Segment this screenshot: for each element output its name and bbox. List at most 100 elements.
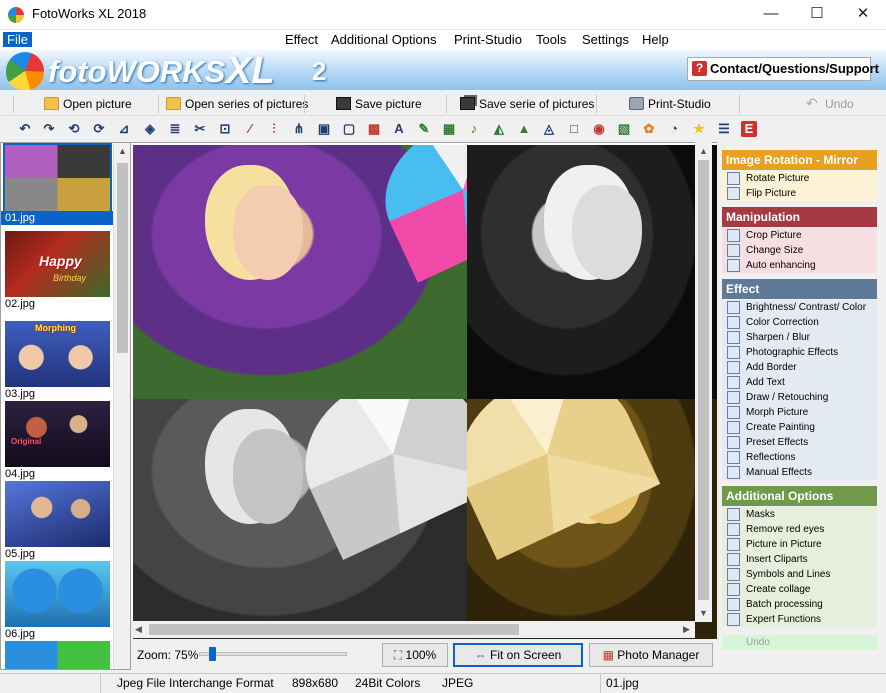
menu-file[interactable]: File [3,32,32,47]
side-item[interactable]: Batch processing [722,597,877,612]
batch-icon[interactable]: ☰ [716,121,732,137]
side-item[interactable]: Auto enhancing [722,258,877,273]
menu-additional-options[interactable]: Additional Options [331,32,437,47]
side-item[interactable]: Brightness/ Contrast/ Color [722,300,877,315]
frame-icon[interactable]: ▢ [341,121,357,137]
zoom-100-button[interactable]: ⛶ 100% [382,643,448,667]
clipart-icon[interactable]: ✿ [641,121,657,137]
side-item[interactable]: Draw / Retouching [722,390,877,405]
thumbnail-item[interactable]: Original 04.jpg [5,401,110,481]
side-item[interactable]: Change Size [722,243,877,258]
minimize-button[interactable]: — [748,0,794,30]
thumbnail-scrollbar-thumb[interactable] [117,163,128,353]
scroll-down-icon[interactable]: ▼ [699,608,708,618]
maximize-button[interactable]: ☐ [794,0,840,30]
side-item[interactable]: Picture in Picture [722,537,877,552]
contact-support-label: Contact/Questions/Support [710,61,879,76]
menu-effect[interactable]: Effect [285,32,318,47]
cube-icon[interactable]: ◈ [142,121,158,137]
zoom-slider[interactable] [199,646,347,662]
square-icon[interactable]: □ [566,121,582,137]
sharpen-icon[interactable]: ⋔ [291,121,307,137]
mountain-icon[interactable]: ▲ [516,121,532,137]
menu-print-studio[interactable]: Print-Studio [454,32,522,47]
scissors-icon[interactable]: ✂ [192,121,208,137]
thumbnail-item[interactable]: 01.jpg [1,143,114,225]
levels-icon[interactable]: ⫶ [266,121,282,137]
thumbnail-scrollbar[interactable]: ▲ [113,143,130,669]
side-item[interactable]: Symbols and Lines [722,567,877,582]
open-series-button[interactable]: Open series of pictures [166,94,308,114]
star-icon[interactable]: ★ [691,121,707,137]
morph-icon[interactable]: ◬ [541,121,557,137]
rotate-right-icon[interactable]: ↷ [41,121,57,137]
preset-icon[interactable]: ◭ [491,121,507,137]
side-item-icon [727,583,740,596]
expert-icon[interactable]: E [741,121,757,137]
side-undo-button[interactable]: Undo [722,635,877,650]
eye-icon[interactable]: ◉ [591,121,607,137]
side-item[interactable]: Rotate Picture [722,171,877,186]
image-edit-icon[interactable]: ▦ [441,121,457,137]
side-item[interactable]: Manual Effects [722,465,877,480]
side-item[interactable]: Photographic Effects [722,345,877,360]
undo-button[interactable]: ↶ Undo [806,94,854,114]
side-item[interactable]: Expert Functions [722,612,877,627]
side-item[interactable]: Flip Picture [722,186,877,201]
thumbnail-item[interactable]: Morphing 03.jpg [5,321,110,401]
wand-icon[interactable]: ⁄ [242,121,258,137]
thumbnail-image [5,641,110,669]
scroll-right-icon[interactable]: ▶ [683,624,690,635]
rotate-ccw-icon[interactable]: ⟲ [66,121,82,137]
draw-icon[interactable]: ✎ [416,121,432,137]
side-item[interactable]: Create collage [722,582,877,597]
save-picture-button[interactable]: Save picture [336,94,422,114]
camera-icon[interactable]: ▣ [316,121,332,137]
scroll-up-icon[interactable]: ▲ [699,146,708,156]
thumbnail-item[interactable]: 06.jpg [5,561,110,641]
side-item[interactable]: Add Text [722,375,877,390]
crop-icon[interactable]: ⊡ [217,121,233,137]
thumbnail-item[interactable]: 05.jpg [5,481,110,561]
thumbnail-item[interactable] [5,641,110,669]
side-item[interactable]: Morph Picture [722,405,877,420]
menu-settings[interactable]: Settings [582,32,629,47]
menu-tools[interactable]: Tools [536,32,566,47]
viewer-hscroll-thumb[interactable] [149,624,519,635]
side-item[interactable]: Reflections [722,450,877,465]
menu-help[interactable]: Help [642,32,669,47]
open-picture-button[interactable]: Open picture [44,94,132,114]
side-item[interactable]: Sharpen / Blur [722,330,877,345]
zoom-slider-knob[interactable] [209,647,216,661]
rotate-left-icon[interactable]: ↶ [17,121,33,137]
thumbnail-item[interactable]: Happy Birthday 02.jpg [5,231,110,311]
scroll-up-icon[interactable]: ▲ [118,146,127,156]
viewer-horizontal-scrollbar[interactable]: ◀ ▶ [131,621,695,638]
side-item[interactable]: Add Border [722,360,877,375]
picture-frame-icon[interactable]: ▩ [366,121,382,137]
save-serie-button[interactable]: Save serie of pictures [460,94,594,114]
photo-manager-button[interactable]: ▦ Photo Manager [589,643,713,667]
scroll-left-icon[interactable]: ◀ [135,624,142,635]
image-viewer[interactable] [131,142,717,639]
level-icon[interactable]: ⊿ [116,121,132,137]
viewer-vertical-scrollbar[interactable]: ▲ ▼ [695,142,712,622]
stack-icon[interactable]: ≣ [167,121,183,137]
print-studio-button[interactable]: Print-Studio [629,94,711,114]
side-item[interactable]: Color Correction [722,315,877,330]
text-icon[interactable]: A [391,121,407,137]
side-item[interactable]: Masks [722,507,877,522]
side-item[interactable]: Insert Cliparts [722,552,877,567]
fit-on-screen-button[interactable]: ⇔ Fit on Screen [453,643,583,667]
side-item[interactable]: Create Painting [722,420,877,435]
viewer-vscroll-thumb[interactable] [698,160,709,600]
bucket-icon[interactable]: ◔ [666,121,682,137]
side-item[interactable]: Preset Effects [722,435,877,450]
brush-icon[interactable]: ♪ [466,121,482,137]
picture-icon[interactable]: ▧ [616,121,632,137]
side-item[interactable]: Crop Picture [722,228,877,243]
side-item[interactable]: Remove red eyes [722,522,877,537]
contact-support-button[interactable]: ? Contact/Questions/Support [687,57,879,81]
rotate-cw-icon[interactable]: ⟳ [91,121,107,137]
close-button[interactable]: ✕ [840,0,886,30]
